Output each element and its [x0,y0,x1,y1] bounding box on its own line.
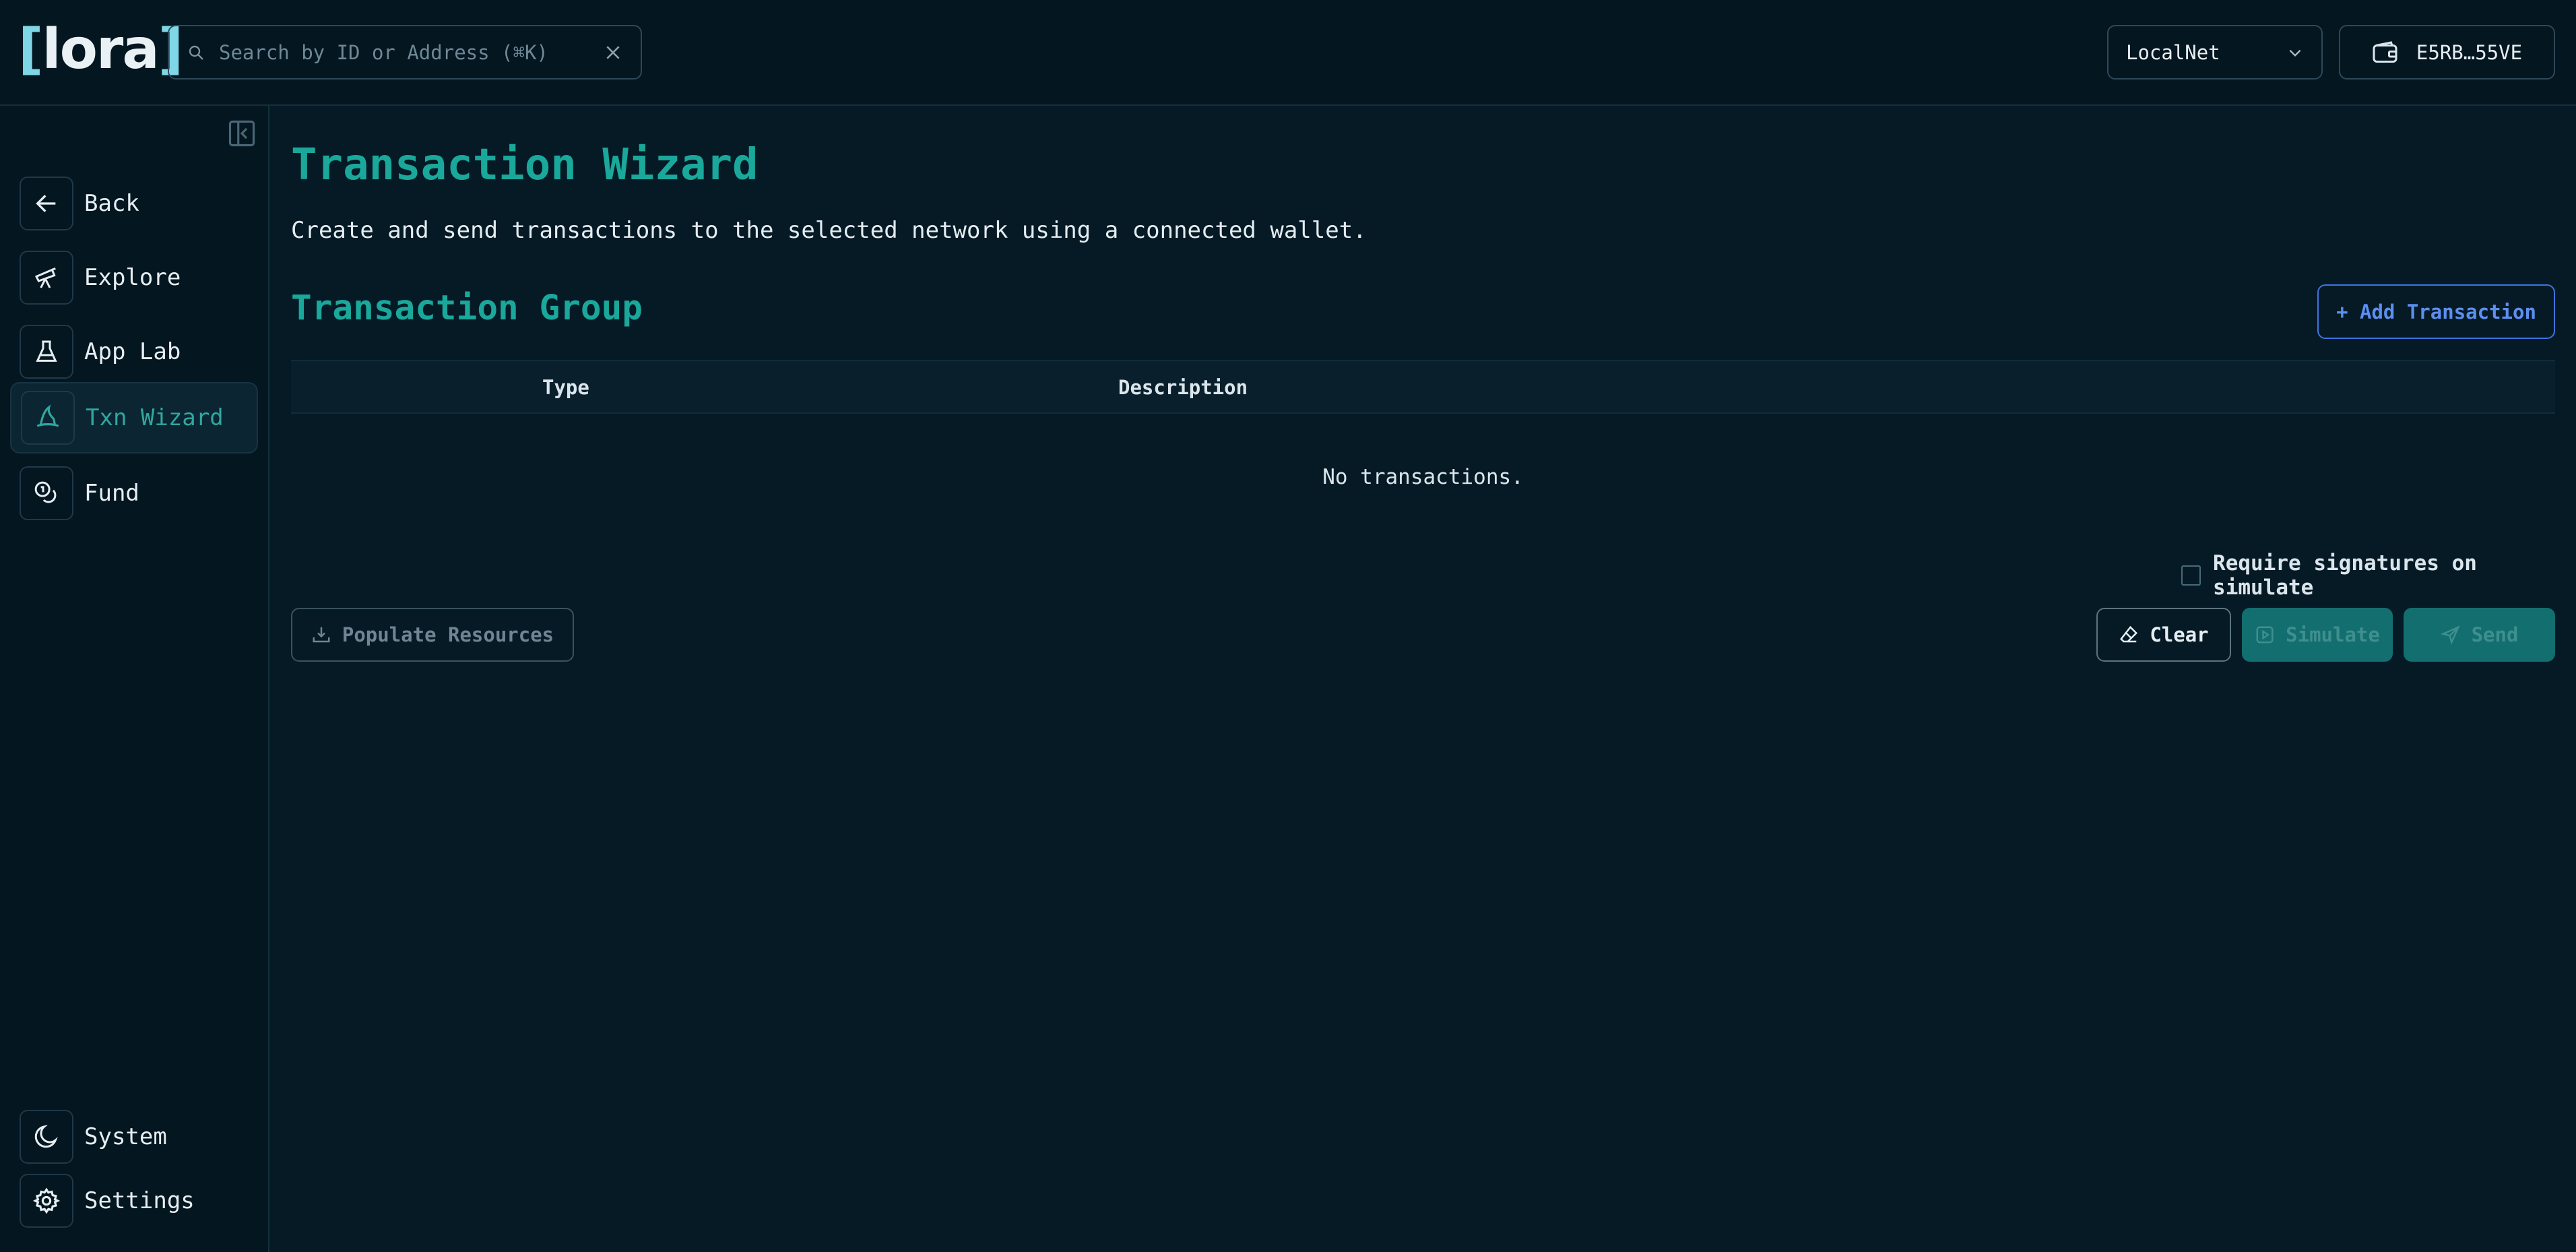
clear-label: Clear [2150,623,2209,646]
top-bar: [ lora ] LocalNet E5RB…55V [0,0,2576,106]
app-frame: [ lora ] LocalNet E5RB…55V [0,0,2576,1252]
populate-resources-label: Populate Resources [342,623,554,646]
search-box[interactable] [168,25,642,80]
wallet-button[interactable]: E5RB…55VE [2339,25,2555,80]
sidebar-item-label: Settings [84,1187,195,1214]
sidebar-item-explore[interactable]: Explore [10,242,258,313]
transactions-table-header: Type Description [291,360,2555,414]
add-transaction-label: + Add Transaction [2336,300,2536,323]
network-select[interactable]: LocalNet [2107,25,2323,80]
sidebar-item-icon-box [20,325,73,379]
page-title: Transaction Wizard [291,140,759,190]
sidebar-item-label: Explore [84,264,181,291]
clear-search-icon[interactable] [604,44,622,61]
arrow-left-icon [36,195,56,212]
simulate-label: Simulate [2286,623,2380,646]
sidebar-item-settings[interactable]: Settings [10,1165,258,1237]
wallet-icon [2373,40,2397,63]
sidebar-item-label: App Lab [84,338,181,365]
sidebar-item-label: Txn Wizard [86,404,224,431]
send-icon [2440,625,2460,645]
sidebar-item-icon-box [20,251,73,305]
search-input[interactable] [218,40,604,65]
download-tray-icon [313,627,330,643]
sidebar-item-icon-box [20,1174,73,1228]
wallet-address: E5RB…55VE [2416,40,2523,64]
sidebar-item-icon-box [20,177,73,230]
telescope-icon [34,267,56,288]
moon-icon [34,1125,58,1148]
require-signatures-label: Require signatures on simulate [2213,551,2477,600]
column-header-type: Type [542,376,589,399]
sidebar-item-app-lab[interactable]: App Lab [10,316,258,387]
empty-table-message: No transactions. [1322,465,1524,489]
sidebar-item-fund[interactable]: Fund [10,458,258,529]
sidebar-item-icon-box [20,1110,73,1164]
add-transaction-button[interactable]: + Add Transaction [2317,284,2555,339]
chevron-down-icon [2289,49,2301,57]
group-title: Transaction Group [291,288,643,328]
play-square-icon [2256,626,2274,644]
flask-icon [36,340,57,362]
clear-button[interactable]: Clear [2096,608,2231,662]
gear-icon [32,1187,61,1214]
send-button[interactable]: Send [2404,608,2555,662]
logo-text: lora [42,17,159,82]
logo-bracket-open: [ [18,17,44,82]
sidebar-item-icon-box [20,466,73,520]
eraser-icon [2120,625,2138,643]
search-icon [189,45,203,60]
coins-icon [34,481,57,503]
sidebar-item-label: Back [84,190,139,217]
sidebar-item-txn-wizard[interactable]: Txn Wizard [10,382,258,453]
network-selected-value: LocalNet [2126,40,2220,64]
require-signatures-option[interactable]: Require signatures on simulate [2181,551,2576,600]
populate-resources-button[interactable]: Populate Resources [291,608,574,662]
require-signatures-checkbox[interactable] [2181,565,2201,586]
page-subtitle: Create and send transactions to the sele… [291,217,1367,244]
simulate-button[interactable]: Simulate [2242,608,2393,662]
sidebar-item-back[interactable]: Back [10,168,258,239]
sidebar: Back Explore App Lab Txn Wizard Fund Sys… [0,106,269,1252]
sidebar-item-system-theme[interactable]: System [10,1101,258,1172]
lora-logo[interactable]: [ lora ] [18,17,183,82]
wizard-hat-icon [36,404,59,427]
sidebar-item-label: Fund [84,480,139,507]
column-header-description: Description [1118,376,1248,399]
sidebar-item-label: System [84,1123,167,1150]
send-label: Send [2471,623,2519,646]
collapse-sidebar-icon[interactable] [228,119,256,148]
sidebar-item-icon-box [21,391,75,445]
